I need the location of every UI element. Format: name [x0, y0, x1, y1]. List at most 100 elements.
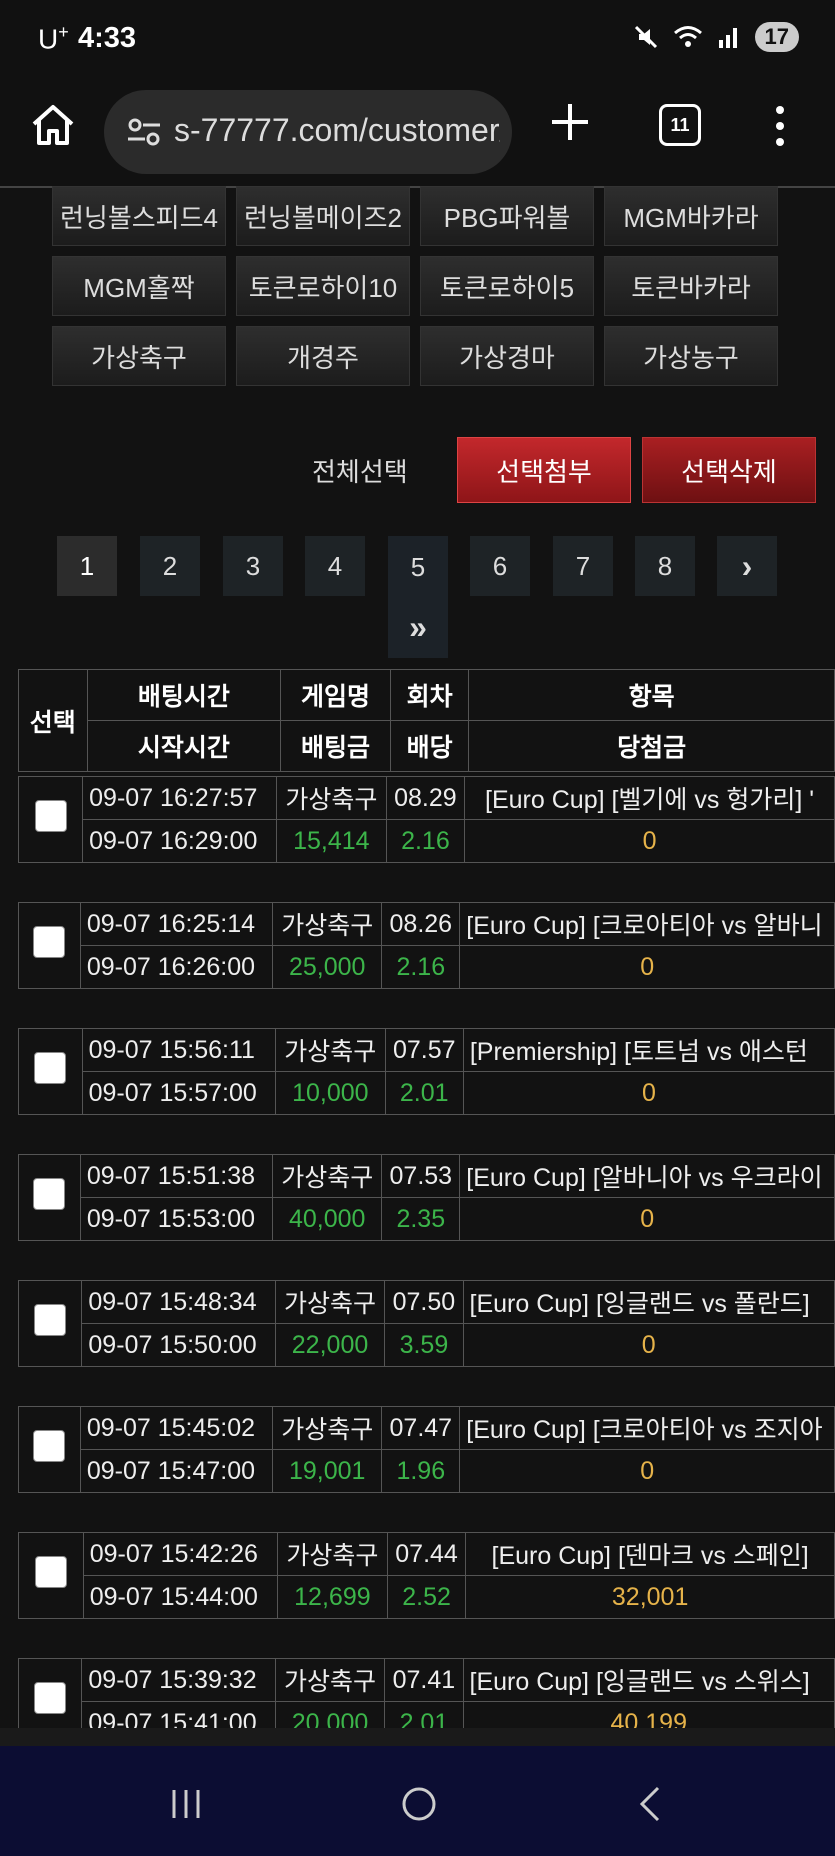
odds: 2.35	[381, 1197, 461, 1241]
odds: 2.52	[386, 1575, 467, 1619]
game-button[interactable]: 토큰로하이10	[236, 256, 410, 316]
game-button[interactable]: 토큰로하이5	[420, 256, 594, 316]
url-text: s-77777.com/customer/	[174, 112, 500, 148]
bet-time: 09-07 15:42:26	[82, 1532, 278, 1576]
game-button[interactable]: PBG파워볼	[420, 186, 594, 246]
round: 07.47	[381, 1406, 461, 1450]
carrier-label: U+	[38, 22, 69, 55]
start-time: 09-07 16:26:00	[79, 945, 274, 989]
last-page-button[interactable]: »	[388, 596, 448, 658]
page-1-button[interactable]: 1	[57, 536, 117, 596]
round: 07.50	[384, 1280, 464, 1324]
start-time: 09-07 15:57:00	[81, 1071, 276, 1115]
next-page-button[interactable]: ›	[717, 536, 777, 596]
wifi-icon	[673, 26, 702, 47]
home-icon[interactable]	[28, 100, 78, 150]
game-name: 가상축구	[272, 1406, 383, 1450]
recent-apps-icon[interactable]	[162, 1780, 210, 1828]
status-icons: 17	[633, 22, 799, 52]
row-checkbox[interactable]	[34, 1304, 67, 1336]
start-time: 09-07 15:53:00	[79, 1197, 274, 1241]
winnings: 0	[459, 945, 835, 989]
row-checkbox[interactable]	[33, 1178, 66, 1210]
header-select: 선택	[18, 669, 88, 772]
header-round: 회차	[389, 669, 470, 721]
site-bottom-bar	[0, 1728, 835, 1746]
odds: 2.16	[385, 819, 466, 863]
select-all-link[interactable]: 전체선택	[312, 452, 408, 489]
bet-record: 09-07 16:27:57 가상축구 08.29 [Euro Cup] [벨기…	[17, 776, 835, 863]
round: 07.53	[381, 1154, 461, 1198]
header-game: 게임명	[280, 669, 391, 721]
game-button[interactable]: 토큰바카라	[604, 256, 778, 316]
game-button[interactable]: 런닝볼메이즈2	[236, 186, 410, 246]
site-settings-icon[interactable]	[126, 116, 162, 148]
new-tab-icon[interactable]	[548, 100, 592, 144]
row-checkbox[interactable]	[34, 1682, 67, 1714]
page-3-button[interactable]: 3	[223, 536, 283, 596]
system-navigation-bar	[0, 1746, 835, 1856]
game-button[interactable]: 개경주	[236, 326, 410, 386]
bet-item: [Euro Cup] [잉글랜드 vs 스위스]	[462, 1658, 835, 1702]
winnings: 0	[464, 819, 835, 863]
bet-time: 09-07 15:39:32	[81, 1658, 276, 1702]
winnings: 0	[459, 1449, 835, 1493]
status-bar: U+ 4:33 17	[0, 0, 835, 78]
bet-amount: 22,000	[274, 1323, 386, 1367]
bet-amount: 10,000	[274, 1071, 386, 1115]
odds: 3.59	[384, 1323, 464, 1367]
row-checkbox[interactable]	[34, 1556, 67, 1588]
game-button[interactable]: 런닝볼스피드4	[52, 186, 226, 246]
bet-amount: 25,000	[272, 945, 383, 989]
bet-item: [Euro Cup] [벨기에 vs 헝가리] '	[464, 776, 835, 820]
row-checkbox[interactable]	[34, 1052, 67, 1084]
bet-time: 09-07 16:27:57	[82, 776, 277, 820]
start-time: 09-07 15:44:00	[82, 1575, 278, 1619]
more-menu-icon[interactable]	[772, 102, 788, 150]
bet-item: [Euro Cup] [크로아티아 vs 조지아	[459, 1406, 835, 1450]
page-2-button[interactable]: 2	[140, 536, 200, 596]
delete-selected-button[interactable]: 선택삭제	[642, 437, 816, 503]
bet-item: [Euro Cup] [알바니아 vs 우크라이	[459, 1154, 835, 1198]
bet-time: 09-07 15:56:11	[81, 1028, 276, 1072]
game-button[interactable]: 가상농구	[604, 326, 778, 386]
bet-item: [Premiership] [토트넘 vs 애스턴	[462, 1028, 835, 1072]
start-time: 09-07 16:29:00	[82, 819, 277, 863]
bet-record: 09-07 15:51:38 가상축구 07.53 [Euro Cup] [알바…	[18, 1154, 835, 1241]
bet-time: 09-07 15:48:34	[81, 1280, 276, 1324]
bet-item: [Euro Cup] [덴마크 vs 스페인]	[465, 1532, 835, 1576]
game-button[interactable]: 가상축구	[52, 326, 226, 386]
game-button[interactable]: 가상경마	[420, 326, 594, 386]
browser-toolbar: s-77777.com/customer/ 11	[0, 78, 835, 188]
round: 07.57	[384, 1028, 464, 1072]
game-name: 가상축구	[272, 902, 383, 946]
tab-switcher-button[interactable]: 11	[659, 104, 701, 146]
row-checkbox[interactable]	[33, 1430, 66, 1462]
row-checkbox[interactable]	[34, 800, 67, 832]
odds: 2.01	[384, 1071, 464, 1115]
bet-record: 09-07 15:56:11 가상축구 07.57 [Premiership] …	[18, 1028, 835, 1115]
game-name: 가상축구	[274, 1658, 386, 1702]
bet-item: [Euro Cup] [잉글랜드 vs 폴란드]	[462, 1280, 835, 1324]
game-button[interactable]: MGM홀짝	[52, 256, 226, 316]
page-6-button[interactable]: 6	[470, 536, 530, 596]
row-checkbox[interactable]	[33, 926, 66, 958]
attach-selected-button[interactable]: 선택첨부	[457, 437, 631, 503]
bet-item: [Euro Cup] [크로아티아 vs 알바니	[459, 902, 835, 946]
bet-amount: 12,699	[276, 1575, 388, 1619]
game-name: 가상축구	[275, 776, 387, 820]
battery-indicator: 17	[754, 22, 799, 52]
bet-record: 09-07 15:48:34 가상축구 07.50 [Euro Cup] [잉글…	[17, 1280, 835, 1367]
address-bar[interactable]: s-77777.com/customer/	[104, 90, 512, 174]
back-icon[interactable]	[628, 1780, 676, 1828]
page-7-button[interactable]: 7	[553, 536, 613, 596]
home-nav-icon[interactable]	[395, 1780, 443, 1828]
page-8-button[interactable]: 8	[635, 536, 695, 596]
bet-record: 09-07 15:42:26 가상축구 07.44 [Euro Cup] [덴마…	[18, 1532, 835, 1619]
game-button[interactable]: MGM바카라	[604, 186, 778, 246]
bet-time: 09-07 16:25:14	[79, 902, 274, 946]
odds: 1.96	[381, 1449, 461, 1493]
winnings: 0	[459, 1197, 835, 1241]
header-winnings: 당첨금	[468, 720, 835, 772]
page-4-button[interactable]: 4	[305, 536, 365, 596]
